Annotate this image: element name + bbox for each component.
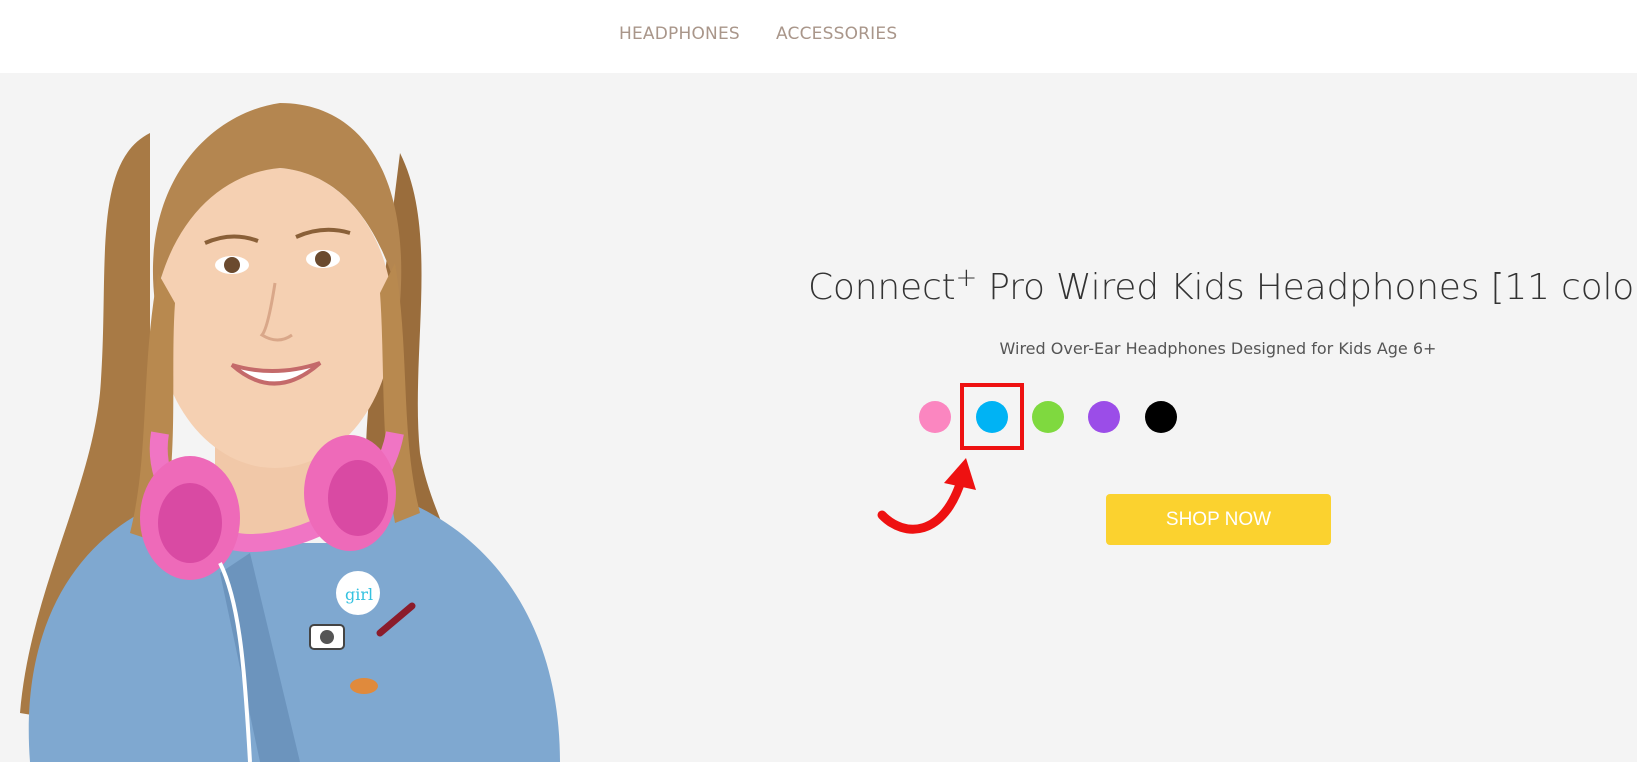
hero-banner: girl Connect+ Pro Wired Kids Headphones …: [0, 73, 1637, 762]
annotation-arrow-icon: [877, 458, 976, 534]
product-title: Connect+ Pro Wired Kids Headphones [11 c…: [808, 263, 1637, 308]
shop-now-button[interactable]: SHOP NOW: [1106, 494, 1331, 545]
product-title-rest: Pro Wired Kids Headphones [11 colors]: [977, 267, 1637, 308]
color-swatch-black[interactable]: [1145, 401, 1177, 433]
annotation-highlight-box: [960, 383, 1024, 450]
product-title-superscript: +: [955, 263, 978, 293]
product-subtitle: Wired Over-Ear Headphones Designed for K…: [999, 339, 1437, 358]
top-navigation: HEADPHONES ACCESSORIES: [0, 0, 1637, 73]
svg-text:girl: girl: [345, 585, 373, 604]
product-title-main: Connect: [808, 267, 956, 308]
color-swatch-pink[interactable]: [919, 401, 951, 433]
nav-link-headphones[interactable]: HEADPHONES: [619, 24, 740, 44]
color-swatch-green[interactable]: [1032, 401, 1064, 433]
nav-link-accessories[interactable]: ACCESSORIES: [776, 24, 897, 44]
color-swatch-purple[interactable]: [1088, 401, 1120, 433]
hero-model-image: girl: [20, 103, 561, 762]
